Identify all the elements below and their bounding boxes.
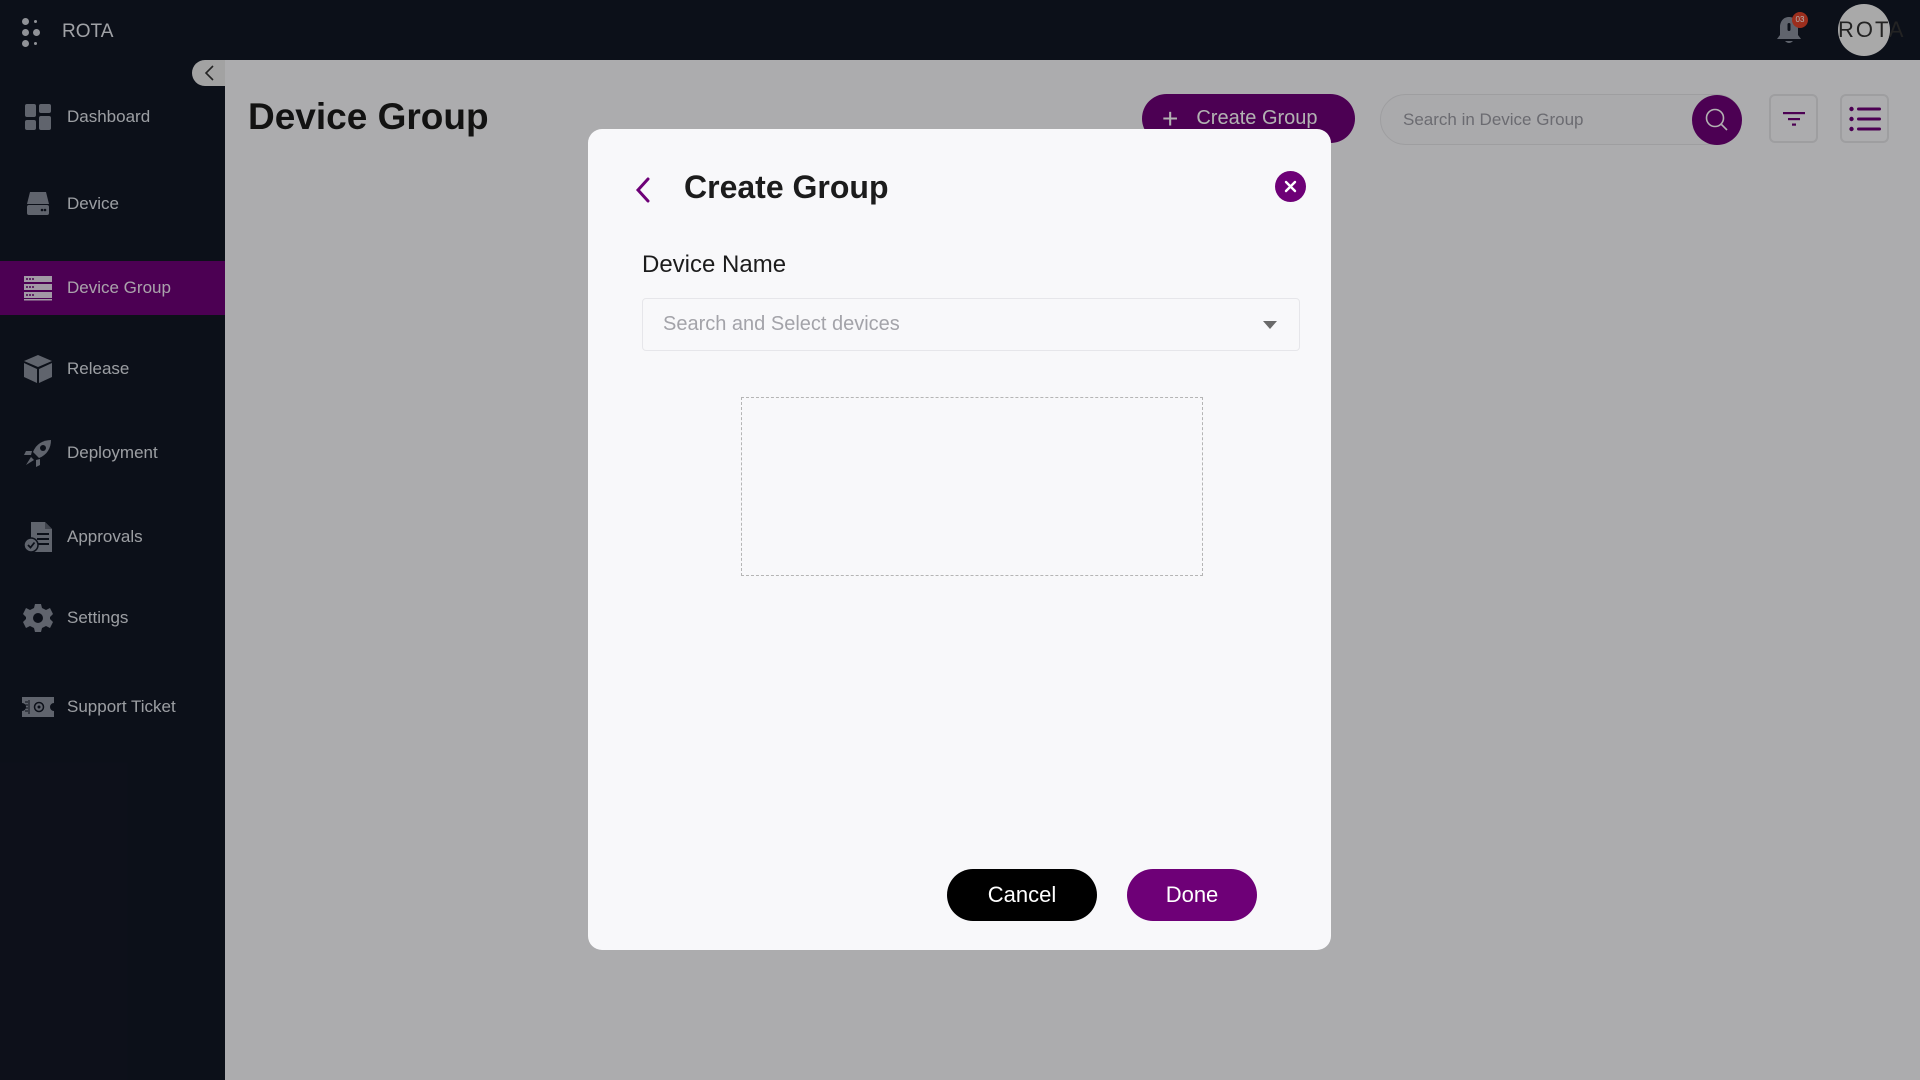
close-icon (1284, 180, 1297, 193)
selected-devices-area (741, 397, 1203, 576)
modal-title: Create Group (684, 169, 889, 205)
back-button[interactable] (628, 173, 658, 207)
chevron-left-icon (635, 177, 650, 203)
device-search-input[interactable] (663, 299, 1223, 350)
create-group-modal: Create Group Device Name Cancel Done (588, 129, 1331, 950)
caret-down-icon[interactable] (1263, 321, 1277, 329)
done-button[interactable]: Done (1127, 869, 1257, 921)
close-button[interactable] (1275, 171, 1306, 202)
device-select-dropdown[interactable] (642, 298, 1300, 351)
device-name-label: Device Name (642, 251, 787, 278)
cancel-button[interactable]: Cancel (947, 869, 1097, 921)
